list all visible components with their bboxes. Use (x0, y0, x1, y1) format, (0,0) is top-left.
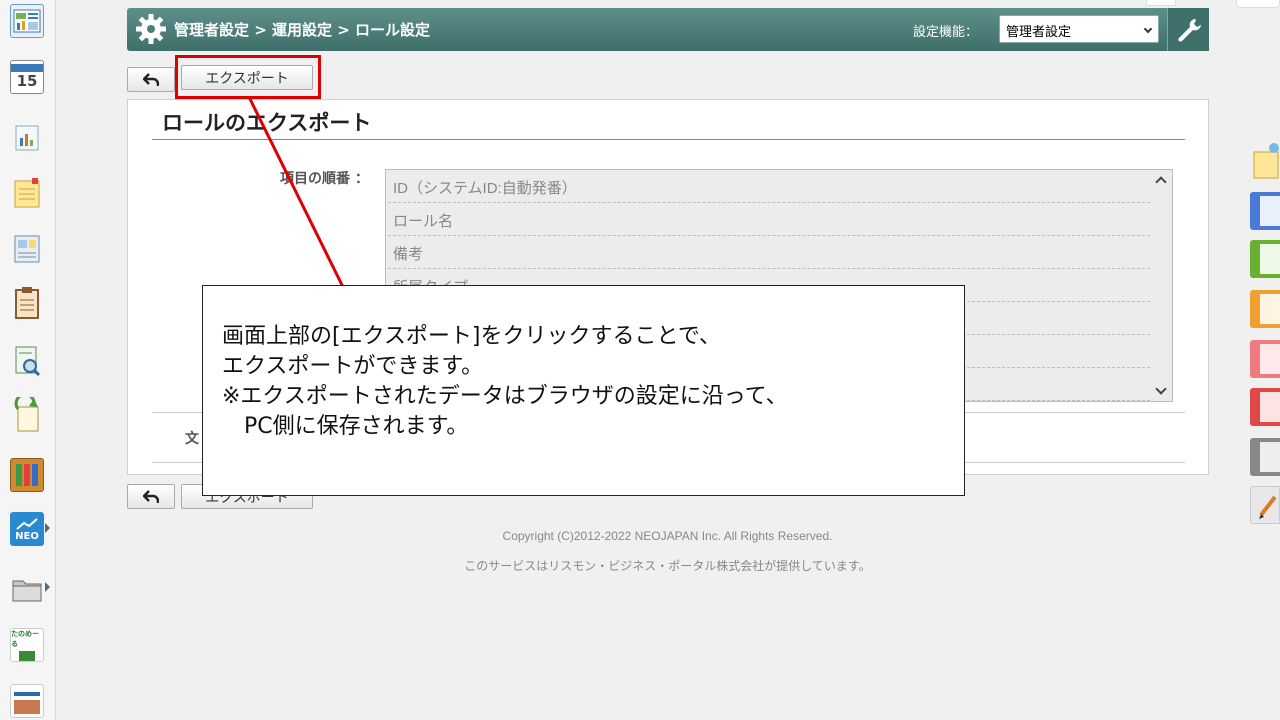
bulletin-icon[interactable] (10, 232, 44, 266)
chart-icon[interactable] (10, 120, 44, 154)
calendar-icon[interactable]: 15 (10, 60, 44, 94)
refresh-doc-icon[interactable] (10, 397, 44, 432)
copyright: Copyright (C)2012-2022 NEOJAPAN Inc. All… (502, 529, 833, 543)
scroll-up-icon[interactable] (1155, 176, 1167, 188)
list-item[interactable]: ID（システムID:自動発番） (388, 170, 1150, 203)
function-select-value: 管理者設定 (1006, 24, 1072, 39)
top-right-tab[interactable] (1236, 0, 1280, 8)
folder-icon[interactable] (10, 572, 44, 606)
title-divider (152, 139, 1185, 140)
app-sidebar: 15 NEO たのめーる (0, 0, 56, 720)
gray-tab[interactable] (1250, 438, 1280, 476)
callout-line-1: 画面上部の[エクスポート]をクリックすることで、 (222, 324, 721, 349)
chevron-down-icon (1143, 24, 1153, 34)
function-select[interactable]: 管理者設定 (999, 15, 1159, 43)
pencil-tab-icon[interactable] (1250, 486, 1280, 524)
breadcrumb: 管理者設定 > 運用設定 > ロール設定 (174, 21, 431, 39)
orange-tab[interactable] (1250, 290, 1280, 328)
list-item[interactable]: ロール名 (388, 203, 1150, 236)
gear-icon (136, 14, 166, 44)
order-label: 項目の順番 ： (280, 171, 369, 187)
page-title: ロールのエクスポート (162, 111, 372, 135)
clipboard-icon[interactable] (10, 286, 44, 320)
pink-tab[interactable] (1250, 340, 1280, 378)
charset-label: 文 (185, 431, 199, 447)
scroll-down-icon[interactable] (1155, 383, 1167, 395)
wrench-icon (1177, 18, 1201, 42)
callout-line-3: ※エクスポートされたデータはブラウザの設定に沿って、 (222, 384, 788, 409)
page-header: 管理者設定 > 運用設定 > ロール設定 設定機能： 管理者設定 (127, 8, 1209, 51)
callout-line-2: エクスポートができます。 (222, 354, 484, 379)
blue-tab[interactable] (1250, 192, 1280, 230)
function-label: 設定機能： (913, 24, 979, 39)
provider-notice: このサービスはリスモン・ビジネス・ポータル株式会社が提供しています。 (464, 559, 871, 573)
memo-icon[interactable] (10, 176, 44, 210)
tanomeru-label: たのめーる (11, 630, 39, 648)
export-button-highlight (175, 55, 321, 99)
instruction-callout: 画面上部の[エクスポート]をクリックすることで、 エクスポートができます。 ※エ… (202, 285, 965, 496)
back-arrow-icon (143, 489, 159, 503)
settings-wrench-button[interactable] (1167, 8, 1209, 51)
calendar-header (11, 64, 43, 72)
calendar-date: 15 (16, 72, 38, 90)
portal-icon[interactable] (10, 4, 44, 38)
back-button-bottom[interactable] (127, 484, 175, 509)
banner-icon[interactable] (10, 684, 44, 718)
list-item[interactable]: 備考 (388, 236, 1150, 269)
cabinet-icon[interactable] (10, 458, 44, 492)
right-panel-tabs (1236, 0, 1280, 720)
expand-arrow-icon-2[interactable] (45, 582, 50, 592)
callout-line-4: PC側に保存されます。 (222, 414, 469, 439)
tanomeru-icon[interactable]: たのめーる (10, 628, 44, 662)
back-button[interactable] (127, 67, 175, 92)
green-tab[interactable] (1250, 240, 1280, 278)
note-tab-icon[interactable] (1250, 142, 1280, 180)
back-arrow-icon (143, 72, 159, 86)
window-tab[interactable] (1146, 0, 1176, 6)
search-doc-icon[interactable] (10, 344, 44, 378)
red-tab[interactable] (1250, 388, 1280, 426)
